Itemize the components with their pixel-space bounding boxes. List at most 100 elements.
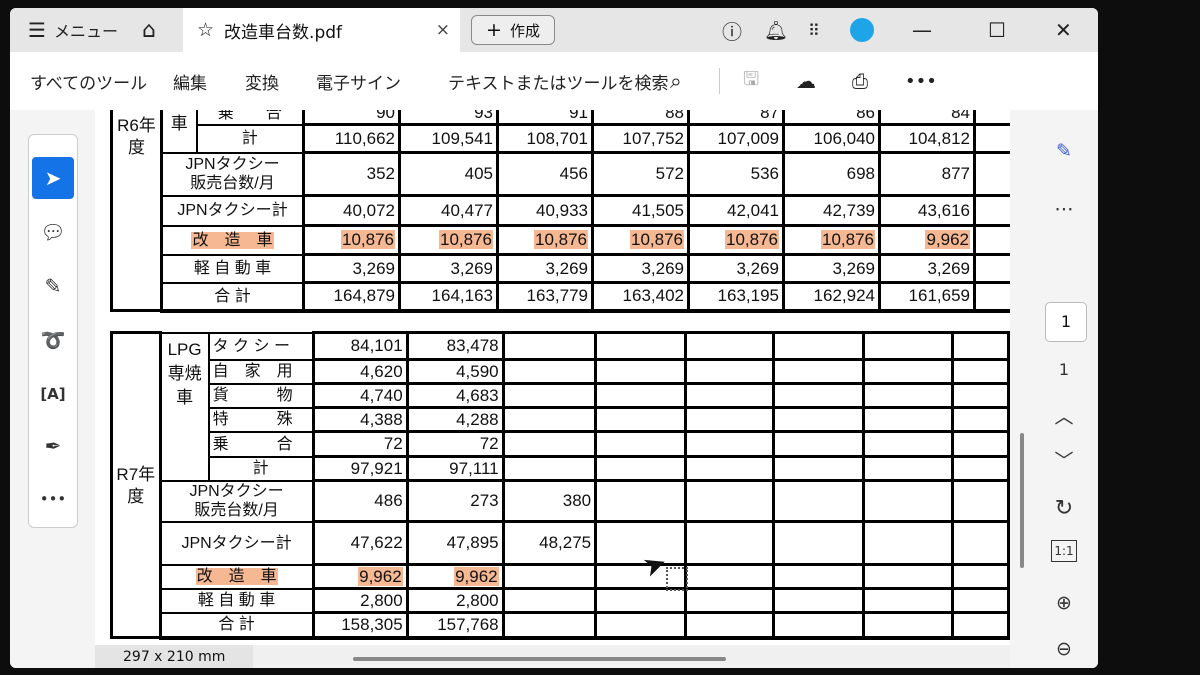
cell-value: 2,800 [456,590,499,610]
edit-button[interactable]: 編集 [173,69,207,94]
comment-icon[interactable]: 💬︎ [32,211,74,253]
row-label: 計 [207,455,315,482]
table-cell: 48,275 [501,520,598,566]
sign-pen-icon[interactable]: ✒ [32,425,74,467]
table-row: 合 計 158,305 157,768 [112,611,1010,640]
cell-value: 9,962 [454,566,499,586]
cell-value: 3,269 [450,258,493,278]
avatar[interactable] [850,8,874,52]
table-cell [973,253,1010,284]
right-panel: ✎ ⋯ 1 1 ︿ ﹀ ↻ 1:1 ⊕ ⊖ [1030,110,1098,668]
more-tools-icon[interactable]: ••• [32,478,74,520]
table-cell [973,224,1010,256]
table-cell [862,587,954,614]
zoom-in-icon[interactable]: ⊕ [1030,592,1098,614]
cell-value: 877 [941,164,970,183]
cell-value: 108,701 [526,128,588,148]
horizontal-scrollbar[interactable] [353,657,726,661]
table-cell [772,563,865,590]
home-icon[interactable]: ⌂ [142,8,156,52]
table-cell [501,331,598,361]
table-cell: 157,768 [405,611,505,640]
draw-lasso-icon[interactable]: ➰ [32,319,74,361]
cell-value: 42,739 [823,200,875,220]
row-label: 乗 合 [212,435,293,453]
table-cell [772,479,865,523]
all-tools-button[interactable]: すべてのツール [30,69,147,94]
create-button[interactable]: + 作成 [471,15,555,45]
menu-button[interactable]: ☰ メニュー [28,8,118,52]
page-number-input[interactable]: 1 [1045,302,1087,342]
cloud-upload-icon[interactable]: ☁︎ [796,69,816,93]
table-row: 乗 合 72 72 [112,430,1010,458]
row-label: 軽 自 動 車 [193,260,272,277]
more-icon[interactable]: ⋯ [1030,198,1098,220]
table-row: 軽 自 動 車 2,800 2,800 [112,587,1010,614]
chevron-up-icon[interactable]: ︿ [1030,402,1098,429]
table-cell [501,358,598,385]
apps-grid-icon[interactable]: ⠿ [808,8,820,52]
rotate-icon[interactable]: ↻ [1030,496,1098,521]
help-icon[interactable]: ⓘ [722,8,742,52]
maximize-icon[interactable]: ☐ [988,8,1006,52]
cell-value: 163,195 [717,286,779,306]
minimize-icon[interactable]: — [912,8,932,52]
table-cell: 3,269 [782,253,881,284]
search-input[interactable]: テキストまたはツールを検索 [448,69,669,94]
convert-button[interactable]: 変換 [245,69,279,94]
ai-assistant-icon[interactable]: ✎ [1030,140,1098,162]
table-cell: 93 [398,110,499,126]
close-window-icon[interactable]: ✕ [1055,8,1072,52]
esign-button[interactable]: 電子サイン [316,69,401,94]
cell-value: 3,269 [641,258,684,278]
cell-value: 104,812 [908,128,970,148]
print-icon[interactable]: ⎙ [852,69,868,93]
highlighter-icon[interactable]: ✎ [32,265,74,307]
cell-value: 4,740 [360,385,403,405]
year-label: R6年度 [110,110,163,312]
table-cell: 109,541 [398,123,499,154]
close-tab-icon[interactable]: × [436,20,450,40]
table-cell: 9,962 [311,563,409,590]
select-arrow-icon[interactable]: ➤ [32,157,74,199]
search-icon[interactable]: ⌕ [670,69,682,94]
cell-value: 158,305 [341,614,403,634]
table-cell [683,563,776,590]
text-box-icon[interactable]: [A] [32,373,74,415]
more-icon[interactable]: ••• [905,71,937,92]
table-cell [501,611,598,640]
actual-size-icon[interactable]: 1:1 [1030,540,1098,562]
table-row: 計 110,662 109,541 108,701 107,752 107,009 106,… [112,123,1010,154]
table-cell [594,455,687,482]
document-viewport[interactable]: R6年度車乗 合 90 93 91 88 87 86 84 計 110,662 109,541 108… [95,110,1010,645]
vertical-scrollbar[interactable] [1018,118,1026,638]
table-cell [950,382,1010,409]
row-label: 自 家 用 [212,363,293,380]
star-icon[interactable]: ☆ [197,19,214,41]
cell-value: 47,622 [350,533,403,552]
table-cell: 352 [302,151,401,197]
table-cell [973,123,1010,154]
tab-document[interactable]: ☆ 改造車台数.pdf × [183,8,460,52]
table-cell: 90 [302,110,401,126]
table-cell [683,520,776,566]
cell-value: 352 [366,164,395,183]
cell-value: 162,924 [813,286,875,306]
save-icon[interactable]: 🖫 [743,65,759,97]
zoom-out-icon[interactable]: ⊖ [1030,638,1098,660]
table-cell [862,406,954,433]
cell-value: 86 [856,110,875,122]
cell-value: 536 [750,164,779,183]
cell-value: 3,269 [736,258,779,278]
table-row: JPNタクシー 販売台数/月 486 273 380 [112,479,1010,523]
cell-value: 106,040 [813,128,875,148]
row-label: 合 計 [159,611,315,640]
cell-value: 40,072 [343,200,395,220]
cell-value: 2,800 [360,590,403,610]
cell-value: 3,269 [927,258,970,278]
table-cell [501,563,598,590]
row-label: JPNタクシー計 [181,534,292,552]
bell-icon[interactable]: 🔔︎ [764,8,788,52]
chevron-down-icon[interactable]: ﹀ [1030,446,1098,473]
row-label: 貨 物 [207,382,315,409]
